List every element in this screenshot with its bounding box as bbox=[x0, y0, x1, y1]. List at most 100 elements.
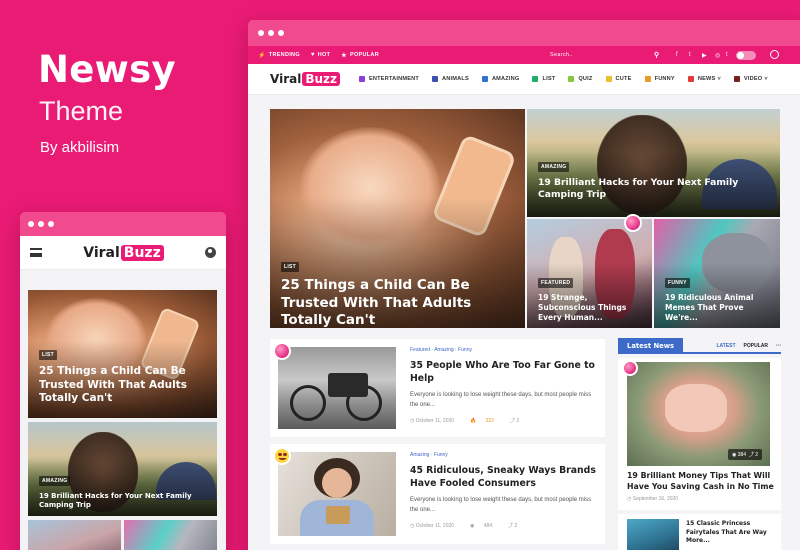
chevron-down-icon: ˅ bbox=[764, 76, 768, 82]
nav-item-entertainment[interactable]: ENTERTAINMENT bbox=[359, 76, 419, 82]
clock-icon: ◷ October 11, 2020 bbox=[410, 417, 455, 424]
mobile-thumb-left[interactable] bbox=[28, 520, 121, 550]
featured-bottom-right-card[interactable]: FUNNY 19 Ridiculous Animal Memes That Pr… bbox=[654, 219, 780, 328]
window-dot bbox=[48, 221, 54, 227]
window-titlebar bbox=[20, 212, 226, 236]
share-icon[interactable]: ⤴ 2 bbox=[510, 417, 527, 424]
promo-author: By akbilisim bbox=[40, 139, 120, 156]
hamburger-menu-icon[interactable] bbox=[30, 248, 42, 257]
eye-icon: ◉ bbox=[731, 452, 737, 458]
logo-text-viral: Viral bbox=[83, 244, 120, 261]
featured-main-card[interactable]: LIST 25 Things a Child Can Be Trusted Wi… bbox=[270, 109, 525, 328]
eye-glyph: ◉ bbox=[470, 522, 475, 529]
category-tag[interactable]: AMAZING bbox=[538, 162, 570, 172]
site-logo[interactable]: Viral Buzz bbox=[270, 72, 340, 86]
category-tag[interactable]: FUNNY bbox=[665, 278, 690, 288]
mobile-hero-title[interactable]: 25 Things a Child Can Be Trusted With Th… bbox=[39, 365, 209, 406]
category-tag[interactable]: LIST bbox=[281, 262, 300, 272]
user-icon[interactable] bbox=[204, 247, 216, 258]
category-color-icon bbox=[432, 76, 439, 82]
nav-label: NEWS bbox=[697, 76, 716, 82]
post-excerpt: Everyone is looking to lose weight these… bbox=[410, 392, 592, 408]
post-date: October 11, 2020 bbox=[415, 417, 455, 424]
featured-bottom-left-card[interactable]: FEATURED 19 Strange, Subconscious Things… bbox=[527, 219, 652, 328]
post-meta: ◷ September 16, 2020 bbox=[627, 496, 775, 502]
nav-label: ANIMALS bbox=[442, 76, 469, 82]
tab-latest[interactable]: LATEST bbox=[716, 343, 735, 349]
chevron-down-icon: ˅ bbox=[717, 76, 721, 82]
post-title[interactable]: 45 Ridiculous, Sneaky Ways Brands Have F… bbox=[410, 464, 598, 490]
heart-icon: ♥ bbox=[310, 52, 315, 58]
topbar-popular[interactable]: ★ POPULAR bbox=[341, 52, 379, 59]
post-card[interactable]: Amazing · Funny 45 Ridiculous, Sneaky Wa… bbox=[270, 444, 605, 544]
topbar-hot[interactable]: ♥ HOT bbox=[311, 52, 330, 58]
nav-item-list[interactable]: LIST bbox=[532, 76, 555, 82]
category-color-icon bbox=[532, 76, 539, 82]
mobile-second-card[interactable]: AMAZING 19 Brilliant Hacks for Your Next… bbox=[28, 422, 217, 516]
mobile-thumb-right[interactable] bbox=[124, 520, 217, 550]
clock-icon: ◷ September 16, 2020 bbox=[627, 495, 679, 502]
money-image[interactable]: ◉ 384 ⤴ 2 bbox=[627, 362, 770, 466]
more-options-icon[interactable]: ··· bbox=[776, 343, 781, 349]
nav-item-quiz[interactable]: QUIZ bbox=[568, 76, 592, 82]
facebook-icon[interactable]: f bbox=[676, 52, 678, 58]
topbar-label: HOT bbox=[317, 52, 331, 58]
nav-item-cute[interactable]: CUTE bbox=[605, 76, 632, 82]
twitter-icon[interactable]: t bbox=[689, 52, 691, 58]
post-categories: Amazing · Funny bbox=[410, 452, 448, 458]
star-icon: ★ bbox=[341, 52, 347, 59]
featured-main-title[interactable]: 25 Things a Child Can Be Trusted With Th… bbox=[281, 277, 517, 328]
user-icon[interactable] bbox=[770, 50, 779, 59]
share-icon[interactable]: ⤴ 2 bbox=[508, 522, 525, 529]
tumblr-icon[interactable]: t bbox=[726, 52, 728, 58]
logo-text-buzz: Buzz bbox=[120, 244, 164, 261]
smiling-emoji-icon bbox=[273, 447, 291, 465]
mobile-hero-card[interactable]: LIST 25 Things a Child Can Be Trusted Wi… bbox=[28, 290, 217, 418]
category-tag[interactable]: AMAZING bbox=[39, 476, 71, 486]
category-link[interactable]: Amazing bbox=[434, 347, 453, 353]
category-link[interactable]: Amazing bbox=[410, 452, 429, 458]
category-link[interactable]: Funny bbox=[458, 347, 472, 353]
trending-badge-icon bbox=[273, 342, 291, 360]
youtube-icon[interactable]: ▶ bbox=[702, 52, 707, 59]
sidebar-post-small[interactable]: 15 Classic Princess Fairytales That Are … bbox=[618, 514, 781, 550]
instagram-icon[interactable]: ◎ bbox=[715, 52, 721, 59]
topbar-trending[interactable]: ⚡ TRENDING bbox=[258, 52, 300, 59]
featured-top-right-card[interactable]: AMAZING 19 Brilliant Hacks for Your Next… bbox=[527, 109, 780, 217]
sidebar-post-card[interactable]: ◉ 384 ⤴ 2 19 Brilliant Money Tips That W… bbox=[618, 358, 781, 510]
latest-news-title: Latest News bbox=[618, 338, 684, 353]
window-dot bbox=[268, 30, 274, 36]
post-title[interactable]: 35 People Who Are Too Far Gone to Help bbox=[410, 359, 598, 385]
nav-item-video[interactable]: VIDEO ˅ bbox=[733, 76, 768, 82]
dark-mode-toggle[interactable] bbox=[736, 51, 756, 60]
featured-top-right-title[interactable]: 19 Brilliant Hacks for Your Next Family … bbox=[538, 177, 772, 201]
featured-bottom-right-title[interactable]: 19 Ridiculous Animal Memes That Prove We… bbox=[665, 293, 772, 322]
nav-item-news[interactable]: NEWS ˅ bbox=[687, 76, 721, 82]
window-dot bbox=[28, 221, 34, 227]
category-tag[interactable]: FEATURED bbox=[538, 278, 574, 288]
post-date: September 16, 2020 bbox=[632, 495, 679, 502]
nav-item-animals[interactable]: ANIMALS bbox=[432, 76, 469, 82]
tab-popular[interactable]: POPULAR bbox=[744, 343, 768, 349]
search-input[interactable]: Search.. bbox=[550, 52, 573, 58]
eye-icon: ◉ 484 bbox=[470, 523, 500, 529]
top-bar: ⚡ TRENDING ♥ HOT ★ POPULAR Search.. ⚲ f t ▶… bbox=[248, 46, 800, 64]
nav-label: LIST bbox=[542, 76, 556, 82]
category-link[interactable]: Featured bbox=[410, 347, 430, 353]
featured-bottom-left-title[interactable]: 19 Strange, Subconscious Things Every Hu… bbox=[538, 293, 644, 322]
sidebar-post-title[interactable]: 15 Classic Princess Fairytales That Are … bbox=[686, 520, 776, 546]
post-card[interactable]: Featured · Amazing · Funny 35 People Who… bbox=[270, 339, 605, 437]
category-link[interactable]: Funny bbox=[434, 452, 448, 458]
site-logo[interactable]: Viral Buzz bbox=[83, 244, 164, 261]
sidebar-thumbnail[interactable] bbox=[627, 519, 679, 550]
post-thumbnail[interactable] bbox=[278, 452, 396, 536]
nav-item-amazing[interactable]: AMAZING bbox=[481, 76, 520, 82]
mobile-second-title[interactable]: 19 Brilliant Hacks for Your Next Family … bbox=[39, 492, 209, 510]
category-color-icon bbox=[605, 76, 612, 82]
sidebar-post-title[interactable]: 19 Brilliant Money Tips That Will Have Y… bbox=[627, 471, 775, 493]
category-tag[interactable]: LIST bbox=[39, 350, 58, 360]
search-icon[interactable]: ⚲ bbox=[654, 51, 659, 59]
nav-item-funny[interactable]: FUNNY bbox=[644, 76, 675, 82]
post-thumbnail[interactable] bbox=[278, 347, 396, 429]
category-color-icon bbox=[481, 76, 488, 82]
